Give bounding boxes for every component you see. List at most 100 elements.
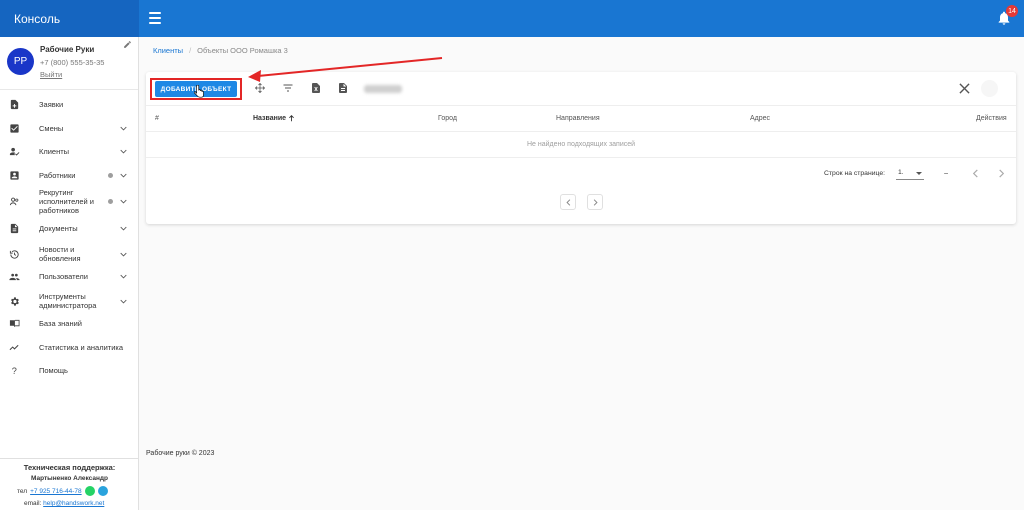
sidebar-item-clients[interactable]: Клиенты — [0, 144, 139, 158]
file-icon — [10, 223, 19, 233]
table-toolbar: ДОБАВИТЬ ОБЪЕКТ — [146, 72, 1016, 106]
sidebar-item-news[interactable]: Новости и обновления — [0, 243, 139, 265]
sidebar: РР Рабочие Руки +7 (800) 555-35-35 Выйти… — [0, 37, 139, 510]
menu-icon[interactable] — [149, 12, 161, 24]
close-icon[interactable] — [959, 83, 970, 94]
support-email-link[interactable]: help@handswork.net — [43, 500, 104, 507]
pagination-bar: Строк на странице: 1. – — [146, 158, 1016, 190]
breadcrumb-separator: / — [189, 46, 192, 55]
empty-table-row: Не найдено подходящих записей — [146, 132, 1016, 158]
empty-message: Не найдено подходящих записей — [526, 141, 636, 148]
toggle-placeholder[interactable] — [981, 80, 998, 97]
trending-icon — [9, 344, 19, 350]
export-document-icon[interactable] — [337, 82, 349, 94]
question-icon: ? — [12, 366, 17, 376]
avatar: РР — [7, 48, 34, 75]
support-email-row: email: help@handswork.net — [24, 500, 104, 507]
profile-name: Рабочие Руки — [40, 45, 95, 54]
support-name: Мартыненко Александр — [31, 475, 108, 482]
chevron-left-icon — [565, 198, 570, 206]
column-header-address[interactable]: Адрес — [750, 115, 770, 122]
footer-copyright: Рабочие руки © 2023 — [146, 450, 215, 457]
pencil-icon[interactable] — [123, 40, 132, 49]
breadcrumb-clients-link[interactable]: Клиенты — [153, 46, 183, 55]
filter-icon[interactable] — [282, 82, 294, 94]
column-header-number[interactable]: # — [155, 115, 159, 122]
prev-page-button[interactable] — [560, 194, 576, 210]
export-excel-icon[interactable] — [310, 82, 322, 94]
next-page-button[interactable] — [587, 194, 603, 210]
whatsapp-icon[interactable] — [84, 486, 95, 496]
person-check-icon — [9, 147, 20, 156]
top-app-bar: 14 — [139, 0, 1024, 37]
sidebar-item-shifts[interactable]: Смены — [0, 121, 139, 135]
profile-block: РР Рабочие Руки +7 (800) 555-35-35 Выйти — [0, 37, 138, 90]
support-title: Техническая поддержка: — [23, 463, 116, 472]
blurred-text — [364, 85, 402, 93]
column-header-directions[interactable]: Направления — [556, 115, 600, 122]
sidebar-item-label: Помощь — [39, 365, 68, 375]
column-header-actions: Действия — [976, 115, 1007, 122]
sidebar-item-admin-tools[interactable]: Инструменты администратора — [0, 290, 139, 312]
logout-link[interactable]: Выйти — [40, 70, 62, 79]
sidebar-item-label: Клиенты — [39, 146, 70, 156]
breadcrumb-current: Объекты ООО Ромашка 3 — [197, 46, 288, 55]
sidebar-item-label: Смены — [39, 123, 64, 133]
sidebar-item-help[interactable]: ? Помощь — [0, 363, 139, 377]
id-badge-icon — [10, 170, 19, 180]
caret-down-icon — [916, 172, 922, 175]
chevron-down-icon — [120, 226, 127, 231]
columns-icon[interactable] — [254, 82, 266, 94]
rows-per-page-value: 1. — [898, 169, 904, 176]
document-plus-icon — [10, 99, 19, 109]
sidebar-item-label: Работники — [39, 170, 76, 180]
sidebar-item-label: Новости и обновления — [39, 245, 81, 263]
sidebar-item-label: База знаний — [39, 318, 82, 328]
sidebar-item-workers[interactable]: Работники — [0, 168, 139, 182]
sidebar-item-analytics[interactable]: Статистика и аналитика — [0, 340, 139, 354]
checkbox-icon — [10, 123, 19, 133]
objects-table-card: ДОБАВИТЬ ОБЪЕКТ # Название Город Направл… — [146, 72, 1016, 224]
support-email-prefix: email: — [24, 500, 42, 507]
support-phone-link[interactable]: +7 925 716-44-78 — [30, 488, 82, 495]
sidebar-item-users[interactable]: Пользователи — [0, 269, 139, 283]
profile-phone: +7 (800) 555-35-35 — [40, 58, 105, 67]
sidebar-item-recruiting[interactable]: Рекрутинг исполнителей и работников — [0, 187, 139, 215]
chevron-down-icon — [120, 299, 127, 304]
sort-arrow-up-icon — [289, 115, 294, 122]
column-header-name-label: Название — [253, 115, 287, 122]
chevron-down-icon — [120, 252, 127, 257]
table-header: # Название Город Направления Адрес Дейст… — [146, 106, 1016, 132]
support-phone-prefix: тел — [17, 487, 28, 495]
sidebar-item-knowledge-base[interactable]: База знаний — [0, 316, 139, 330]
column-header-name[interactable]: Название — [253, 115, 295, 122]
book-icon — [9, 319, 20, 327]
chevron-down-icon — [120, 199, 127, 204]
sidebar-item-label: Статистика и аналитика — [39, 342, 124, 352]
chevron-right-icon[interactable] — [997, 169, 1006, 178]
status-dot — [108, 198, 113, 204]
sidebar-item-label: Пользователи — [39, 271, 88, 281]
sidebar-item-documents[interactable]: Документы — [0, 221, 139, 235]
sidebar-item-label: Документы — [39, 223, 78, 233]
app-brand[interactable]: Консоль — [0, 0, 139, 37]
chevron-down-icon — [120, 149, 127, 154]
chevron-left-icon[interactable] — [971, 169, 980, 178]
group-icon — [9, 273, 20, 280]
sidebar-item-label: Заявки — [39, 99, 64, 109]
history-icon — [9, 249, 19, 259]
support-phone-row: тел +7 925 716-44-78 — [17, 486, 108, 496]
svg-text:?: ? — [12, 366, 17, 376]
chevron-down-icon — [120, 173, 127, 178]
sidebar-item-label: Рекрутинг исполнителей и работников — [39, 187, 94, 215]
people-search-icon — [9, 197, 19, 205]
column-header-city[interactable]: Город — [438, 115, 457, 122]
rows-per-page-select[interactable]: 1. — [896, 168, 924, 180]
brand-title: Консоль — [14, 11, 61, 26]
telegram-icon[interactable] — [97, 486, 108, 496]
chevron-down-icon — [120, 126, 127, 131]
gear-icon — [11, 296, 19, 306]
sidebar-item-label: Инструменты администратора — [39, 292, 97, 310]
sidebar-item-requests[interactable]: Заявки — [0, 97, 139, 111]
chevron-right-icon — [593, 198, 598, 206]
